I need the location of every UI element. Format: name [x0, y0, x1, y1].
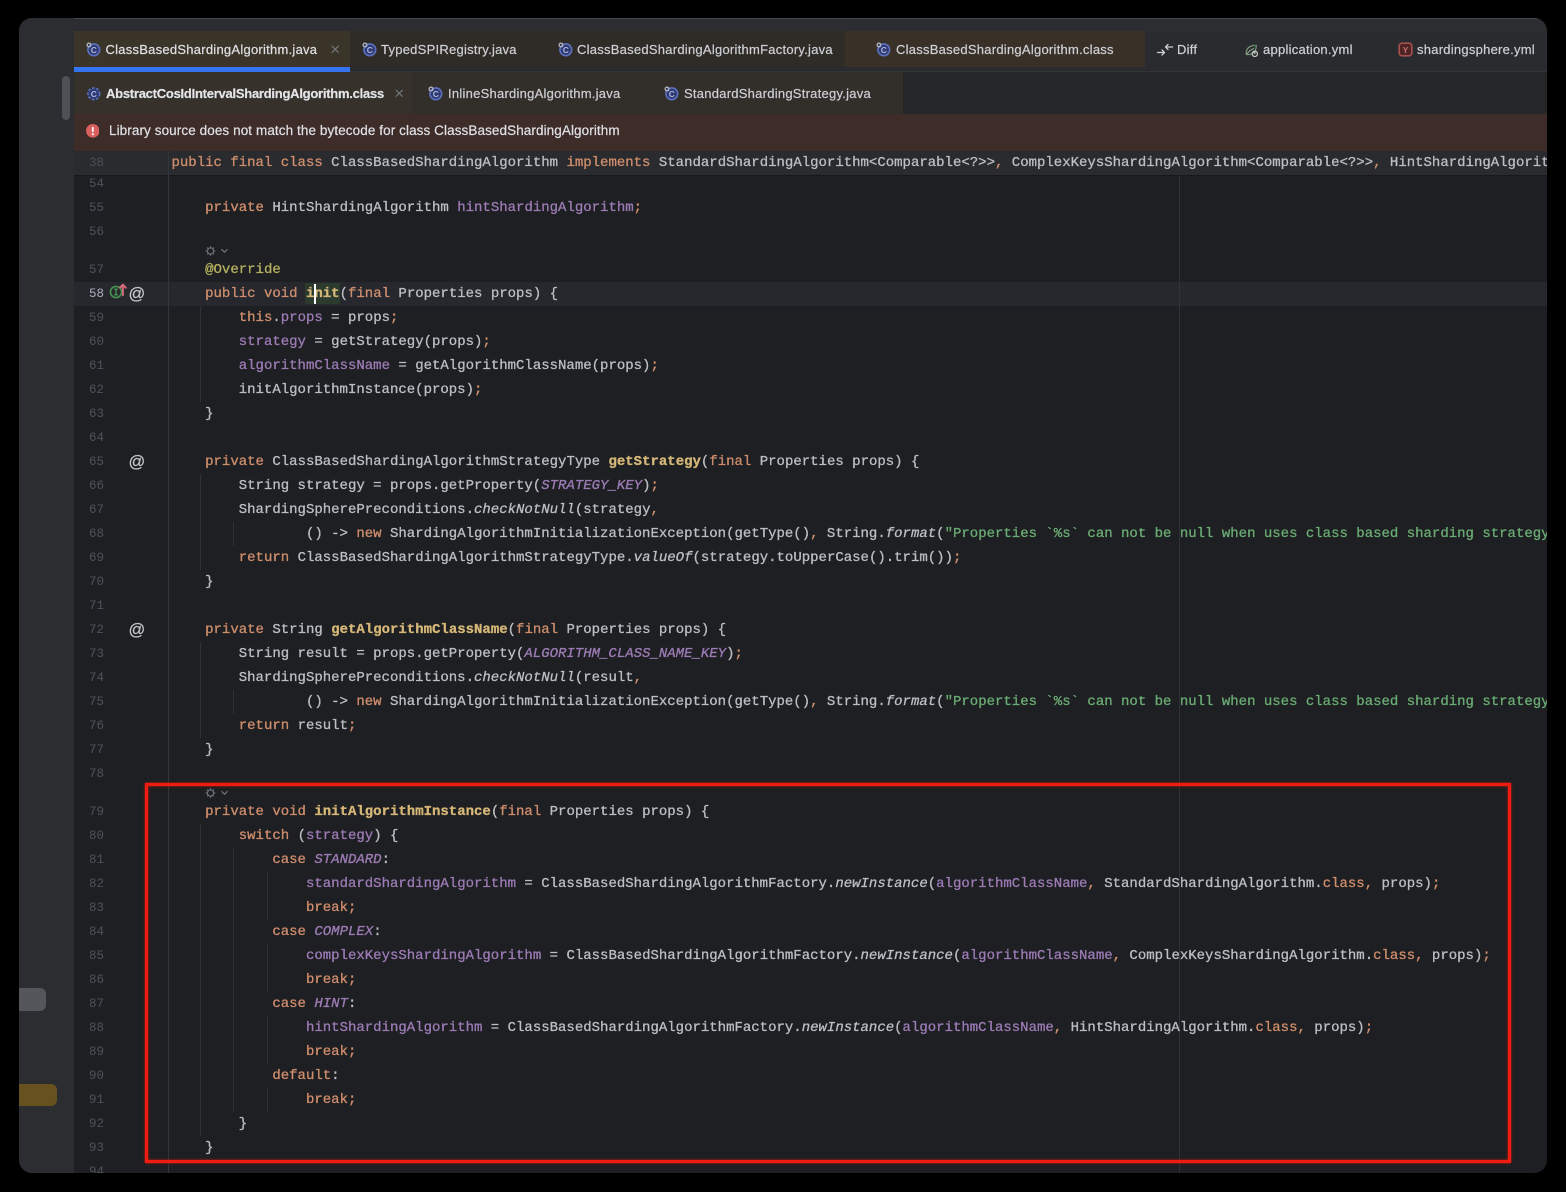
svg-text:C: C	[90, 45, 96, 55]
svg-text:Y: Y	[1403, 45, 1409, 55]
svg-text:C: C	[367, 45, 373, 55]
svg-text:C: C	[881, 45, 887, 55]
svg-text:C: C	[563, 45, 569, 55]
svg-text:C: C	[669, 89, 675, 99]
svg-text:C: C	[433, 89, 439, 99]
svg-text:C: C	[91, 89, 97, 99]
